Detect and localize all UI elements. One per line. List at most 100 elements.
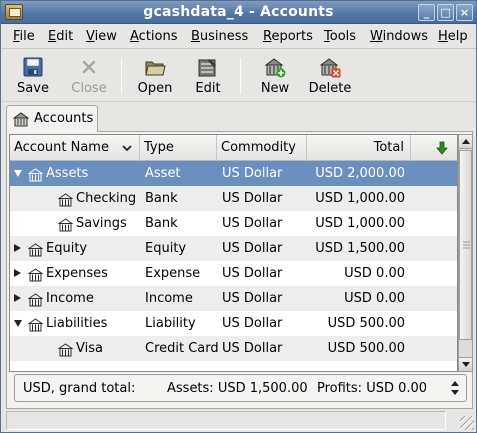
account-type-cell: Expense bbox=[145, 266, 201, 281]
column-total[interactable]: Total bbox=[307, 135, 411, 161]
arrow-down-icon bbox=[462, 362, 470, 367]
tree-row-liabilities[interactable]: Liabilities Liability US Dollar USD 500.00 bbox=[10, 311, 457, 336]
column-account-name[interactable]: Account Name bbox=[10, 135, 140, 161]
resize-grip-icon[interactable] bbox=[460, 416, 474, 430]
title-bar[interactable]: gcashdata_4 - Accounts _ □ × bbox=[1, 1, 476, 24]
close-button[interactable]: Close bbox=[64, 50, 114, 102]
column-selector[interactable] bbox=[411, 135, 457, 161]
menu-view[interactable]: View bbox=[86, 29, 117, 44]
expander-open-icon[interactable] bbox=[14, 170, 22, 177]
tree-row-visa[interactable]: Visa Credit Card US Dollar USD 500.00 bbox=[10, 336, 457, 361]
menu-accel: W bbox=[370, 29, 383, 44]
menu-reports[interactable]: Reports bbox=[263, 29, 313, 44]
expander-closed-icon[interactable] bbox=[14, 244, 21, 252]
column-type[interactable]: Type bbox=[140, 135, 217, 161]
new-account-button[interactable]: New bbox=[250, 50, 300, 102]
account-type-cell: Income bbox=[145, 291, 193, 306]
menu-help[interactable]: Help bbox=[438, 29, 468, 44]
close-window-button[interactable]: × bbox=[456, 4, 473, 21]
menu-accel: V bbox=[86, 29, 95, 44]
menu-business[interactable]: Business bbox=[191, 29, 248, 44]
menu-actions[interactable]: Actions bbox=[130, 29, 178, 44]
minimize-button[interactable]: _ bbox=[418, 4, 435, 21]
expander-closed-icon[interactable] bbox=[14, 269, 21, 277]
account-commodity-cell: US Dollar bbox=[222, 191, 283, 206]
vertical-scrollbar[interactable] bbox=[458, 134, 473, 372]
menu-label: elp bbox=[447, 29, 468, 44]
scroll-down-button[interactable] bbox=[459, 357, 472, 371]
new-label: New bbox=[260, 81, 290, 96]
arrow-down-icon bbox=[436, 141, 448, 155]
menu-label: ctions bbox=[138, 29, 178, 44]
edit-account-icon bbox=[198, 59, 216, 77]
account-total-cell: USD 2,000.00 bbox=[315, 166, 405, 181]
maximize-button[interactable]: □ bbox=[437, 4, 454, 21]
menu-tools[interactable]: Tools bbox=[324, 29, 356, 44]
account-type-cell: Bank bbox=[145, 216, 178, 231]
accounts-tree[interactable]: Account Name Type Commodity Total Assets… bbox=[9, 134, 458, 372]
column-account-name-label: Account Name bbox=[14, 140, 109, 155]
expander-closed-icon[interactable] bbox=[14, 294, 21, 302]
account-total-cell: USD 1,000.00 bbox=[315, 216, 405, 231]
account-name-cell: Expenses bbox=[46, 266, 108, 281]
summary-assets: Assets: USD 1,500.00 bbox=[167, 381, 308, 396]
account-name-cell: Checking bbox=[76, 191, 137, 206]
account-total-cell: USD 0.00 bbox=[344, 291, 405, 306]
statusbar bbox=[2, 410, 476, 432]
main-window: gcashdata_4 - Accounts _ □ × File Edit V… bbox=[0, 0, 477, 433]
account-type-cell: Bank bbox=[145, 191, 178, 206]
account-commodity-cell: US Dollar bbox=[222, 291, 283, 306]
close-label: Close bbox=[71, 81, 107, 96]
status-field bbox=[6, 411, 446, 430]
tree-row-assets[interactable]: Assets Asset US Dollar USD 2,000.00 bbox=[10, 161, 457, 186]
summary-bar: USD, grand total: Assets: USD 1,500.00 P… bbox=[14, 374, 467, 402]
chevron-down-icon bbox=[122, 145, 132, 151]
open-label: Open bbox=[137, 81, 173, 96]
account-type-cell: Credit Card bbox=[145, 341, 219, 356]
menu-accel: E bbox=[48, 29, 57, 44]
tree-row-expenses[interactable]: Expenses Expense US Dollar USD 0.00 bbox=[10, 261, 457, 286]
delete-account-button[interactable]: Delete bbox=[305, 50, 355, 102]
tree-row-equity[interactable]: Equity Equity US Dollar USD 1,500.00 bbox=[10, 236, 457, 261]
tree-row-checking[interactable]: Checking Bank US Dollar USD 1,000.00 bbox=[10, 186, 457, 211]
edit-button[interactable]: Edit bbox=[183, 50, 233, 102]
account-total-cell: USD 500.00 bbox=[327, 341, 405, 356]
tab-accounts[interactable]: Accounts bbox=[6, 105, 98, 132]
account-total-cell: USD 500.00 bbox=[327, 316, 405, 331]
menu-label: usiness bbox=[199, 29, 249, 44]
menu-windows[interactable]: Windows bbox=[370, 29, 428, 44]
menu-edit[interactable]: Edit bbox=[48, 29, 73, 44]
tree-row-income[interactable]: Income Income US Dollar USD 0.00 bbox=[10, 286, 457, 311]
account-name-cell: Income bbox=[46, 291, 94, 306]
currency-spin-icon[interactable] bbox=[448, 378, 462, 398]
account-commodity-cell: US Dollar bbox=[222, 241, 283, 256]
account-house-icon bbox=[57, 341, 74, 366]
tab-accounts-label: Accounts bbox=[34, 111, 94, 126]
tree-row-savings[interactable]: Savings Bank US Dollar USD 1,000.00 bbox=[10, 211, 457, 236]
scroll-thumb[interactable] bbox=[459, 150, 472, 340]
grip-icon bbox=[463, 241, 470, 249]
expander-open-icon[interactable] bbox=[14, 320, 22, 327]
scroll-up-button[interactable] bbox=[459, 135, 472, 149]
column-commodity[interactable]: Commodity bbox=[217, 135, 307, 161]
window-title: gcashdata_4 - Accounts bbox=[143, 4, 334, 20]
account-commodity-cell: US Dollar bbox=[222, 266, 283, 281]
account-commodity-cell: US Dollar bbox=[222, 341, 283, 356]
menu-accel: H bbox=[438, 29, 448, 44]
toolbar-separator bbox=[240, 58, 241, 94]
toolbar: Save Close Open Edit New Delete bbox=[2, 50, 476, 102]
menu-label: indows bbox=[382, 29, 429, 44]
delete-label: Delete bbox=[308, 81, 352, 96]
menubar: File Edit View Actions Business Reports … bbox=[2, 25, 476, 49]
open-button[interactable]: Open bbox=[130, 50, 180, 102]
summary-profits: Profits: USD 0.00 bbox=[317, 381, 428, 396]
account-commodity-cell: US Dollar bbox=[222, 216, 283, 231]
menu-file[interactable]: File bbox=[13, 29, 35, 44]
save-button[interactable]: Save bbox=[8, 50, 58, 102]
account-name-cell: Savings bbox=[76, 216, 127, 231]
arrow-up-icon bbox=[462, 139, 470, 144]
toolbar-separator bbox=[121, 58, 122, 94]
menu-accel: B bbox=[191, 29, 200, 44]
edit-label: Edit bbox=[195, 81, 221, 96]
account-total-cell: USD 1,000.00 bbox=[315, 191, 405, 206]
